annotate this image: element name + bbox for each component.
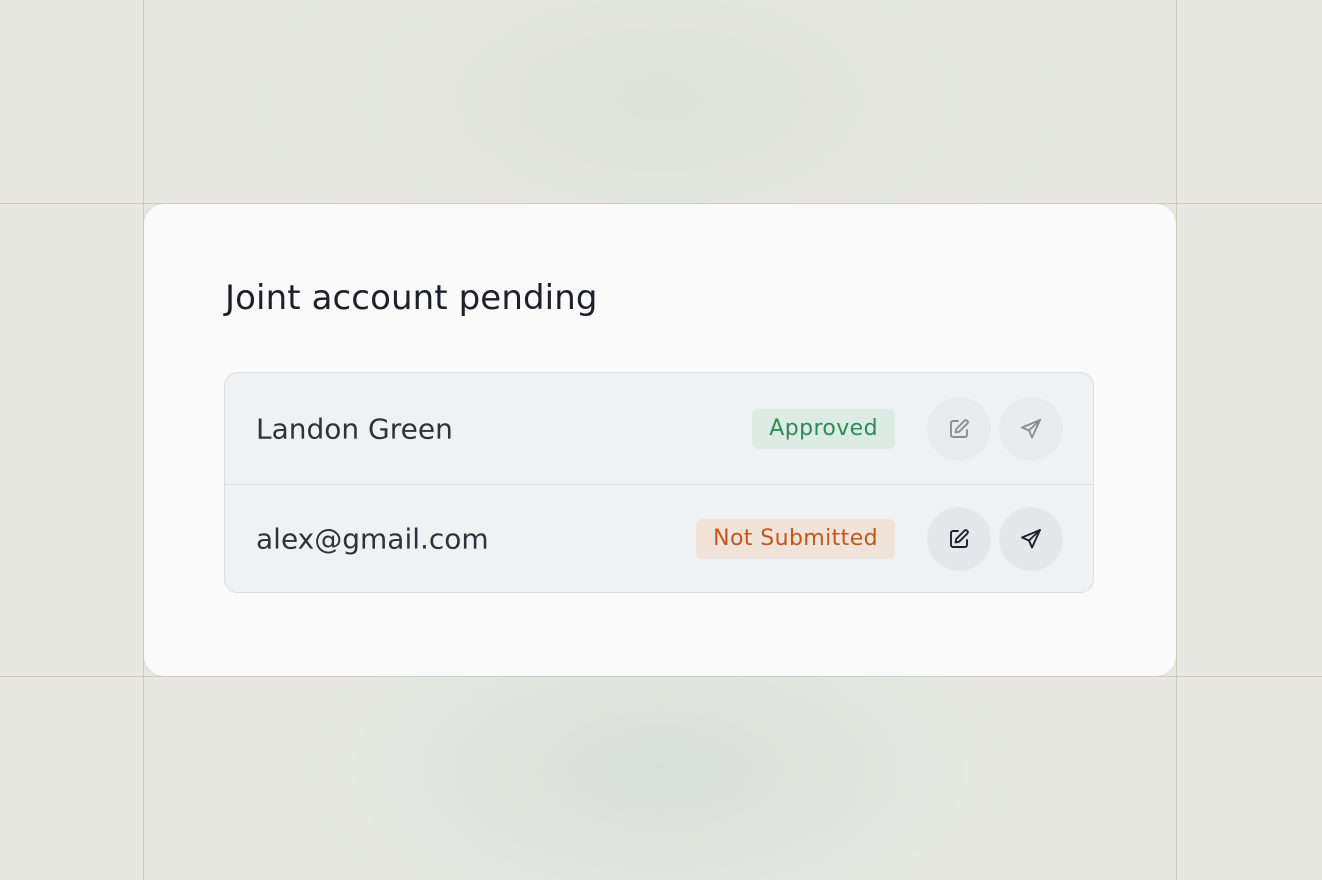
card-title: Joint account pending bbox=[225, 278, 598, 318]
row-label: alex@gmail.com bbox=[256, 522, 489, 556]
edit-icon bbox=[950, 418, 969, 438]
send-icon bbox=[1021, 418, 1041, 438]
edit-button[interactable] bbox=[927, 507, 991, 571]
status-badge-approved: Approved bbox=[752, 408, 895, 449]
row-label: Landon Green bbox=[256, 412, 453, 445]
edit-icon bbox=[950, 529, 969, 548]
edit-button[interactable] bbox=[927, 396, 991, 461]
send-button[interactable] bbox=[999, 507, 1063, 571]
list-item-landon-green: Landon Green Approved bbox=[225, 373, 1093, 484]
status-badge-not-submitted: Not Submitted bbox=[696, 519, 895, 559]
send-icon bbox=[1021, 529, 1041, 549]
guide-line-right bbox=[1176, 0, 1177, 880]
guide-line-bottom bbox=[0, 676, 1322, 677]
account-holder-list: Landon Green Approved alex@gmail.com Not… bbox=[224, 372, 1094, 593]
joint-account-card: Joint account pending Landon Green Appro… bbox=[144, 204, 1176, 676]
list-item-alex-email: alex@gmail.com Not Submitted bbox=[225, 484, 1093, 592]
send-button[interactable] bbox=[999, 396, 1063, 461]
